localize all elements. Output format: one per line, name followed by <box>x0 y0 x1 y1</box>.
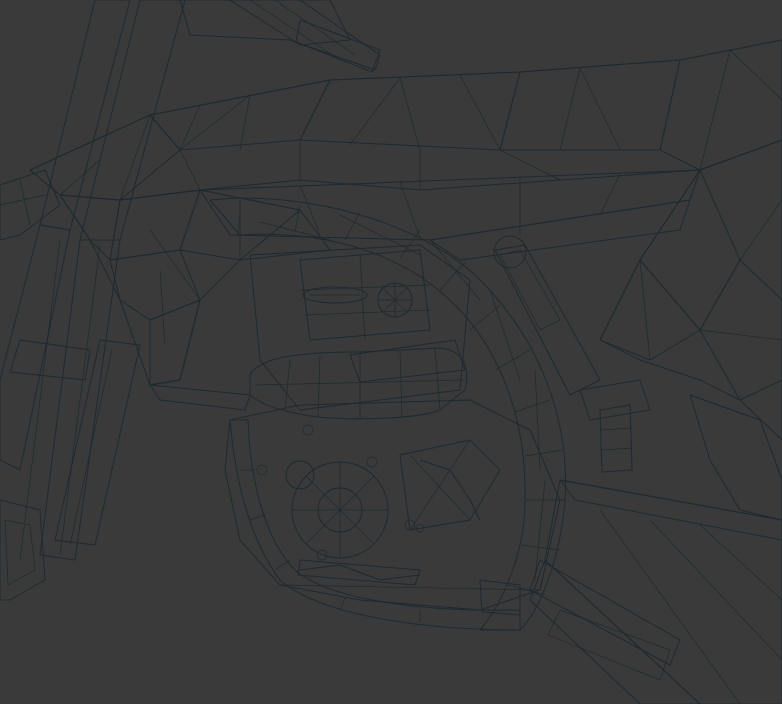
engine-fittings <box>256 424 481 581</box>
swingarm <box>529 479 782 704</box>
front-fork <box>0 0 186 601</box>
motorcycle-render <box>0 0 782 704</box>
fuel-tank-and-seat <box>29 39 782 201</box>
engine <box>224 244 561 611</box>
3d-viewport[interactable] <box>0 0 782 704</box>
rear-shock <box>493 235 651 473</box>
handlebar <box>179 0 381 73</box>
exhaust-header <box>209 197 567 631</box>
frame-rail <box>199 169 701 261</box>
